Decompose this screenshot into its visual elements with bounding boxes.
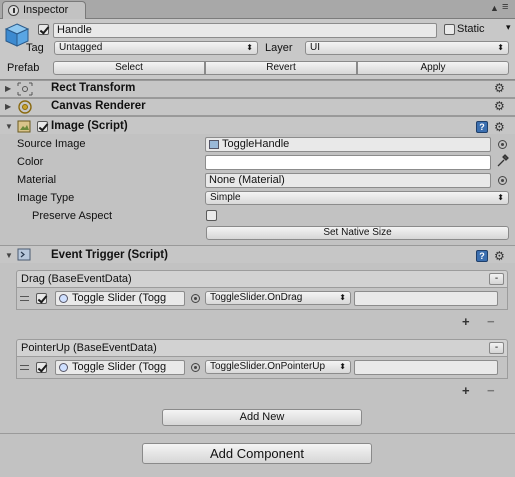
- add-listener-plus-icon[interactable]: +: [462, 315, 470, 328]
- preserve-aspect-checkbox[interactable]: [206, 210, 217, 221]
- prefab-revert-button[interactable]: Revert: [205, 61, 357, 75]
- lock-icon[interactable]: ▲: [490, 3, 499, 13]
- divider: [0, 433, 515, 434]
- object-picker-icon[interactable]: [191, 294, 200, 303]
- remove-listener-minus-icon[interactable]: −: [487, 384, 495, 397]
- chevron-updown-icon: ⬍: [339, 293, 346, 302]
- collapsed-triangle-icon[interactable]: ▶: [5, 80, 11, 97]
- chevron-updown-icon: ⬍: [246, 43, 253, 52]
- chevron-updown-icon: ⬍: [497, 43, 504, 52]
- source-image-value: ToggleHandle: [222, 138, 290, 150]
- layer-value: UI: [310, 42, 320, 53]
- drag-function-value: ToggleSlider.OnDrag: [210, 292, 303, 303]
- collapsed-triangle-icon[interactable]: ▶: [5, 98, 11, 115]
- object-name-field[interactable]: Handle: [53, 23, 437, 38]
- gear-icon[interactable]: ⚙: [494, 248, 505, 264]
- static-checkbox[interactable]: [444, 24, 455, 35]
- canvas-renderer-title: Canvas Renderer: [51, 100, 146, 112]
- image-type-value: Simple: [210, 192, 241, 203]
- add-new-event-button[interactable]: Add New: [162, 409, 362, 426]
- layer-label: Layer: [265, 42, 293, 54]
- remove-listener-minus-icon[interactable]: −: [487, 315, 495, 328]
- pointerup-argument-field[interactable]: [354, 360, 498, 375]
- set-native-size-button[interactable]: Set Native Size: [206, 226, 509, 240]
- help-icon[interactable]: ?: [476, 250, 488, 262]
- pointerup-function-value: ToggleSlider.OnPointerUp: [210, 361, 326, 372]
- drag-function-dropdown[interactable]: ToggleSlider.OnDrag ⬍: [205, 291, 351, 305]
- script-object-icon: [59, 363, 68, 372]
- tab-inspector[interactable]: Inspector: [2, 1, 86, 19]
- object-picker-icon[interactable]: [498, 140, 507, 149]
- eyedropper-icon[interactable]: [496, 154, 509, 168]
- pointerup-event-title: PointerUp (BaseEventData): [21, 342, 157, 354]
- expanded-triangle-icon[interactable]: ▼: [5, 247, 13, 264]
- info-icon: [8, 5, 19, 16]
- chevron-updown-icon: ⬍: [497, 193, 504, 202]
- drag-target-value: Toggle Slider (Togg: [72, 292, 167, 304]
- color-label: Color: [17, 156, 44, 168]
- drag-target-field[interactable]: Toggle Slider (Togg: [55, 291, 185, 306]
- source-image-label: Source Image: [17, 138, 86, 150]
- add-component-button[interactable]: Add Component: [142, 443, 372, 464]
- gear-icon[interactable]: ⚙: [494, 98, 505, 114]
- drag-handle-icon[interactable]: [20, 365, 29, 370]
- prefab-apply-button[interactable]: Apply: [357, 61, 509, 75]
- rect-transform-icon: [17, 82, 33, 96]
- pointerup-listener-enabled-checkbox[interactable]: [36, 362, 47, 373]
- drag-listener-enabled-checkbox[interactable]: [36, 293, 47, 304]
- static-label: Static: [457, 23, 485, 35]
- remove-event-button[interactable]: -: [489, 273, 504, 285]
- canvas-renderer-icon: [18, 100, 32, 114]
- tab-inspector-label: Inspector: [23, 4, 69, 16]
- chevron-updown-icon: ⬍: [339, 362, 346, 371]
- material-label: Material: [17, 174, 57, 186]
- rect-transform-title: Rect Transform: [51, 82, 136, 94]
- pointerup-function-dropdown[interactable]: ToggleSlider.OnPointerUp ⬍: [205, 360, 351, 374]
- image-type-label: Image Type: [17, 192, 75, 204]
- color-field[interactable]: [205, 155, 491, 170]
- static-dropdown-arrow-icon[interactable]: ▾: [506, 22, 511, 33]
- source-image-field[interactable]: ToggleHandle: [205, 137, 491, 152]
- pointerup-event-header: PointerUp (BaseEventData): [16, 339, 508, 357]
- tag-value: Untagged: [59, 42, 103, 53]
- tag-label: Tag: [26, 42, 44, 54]
- texture-icon: [209, 140, 219, 149]
- menu-icon[interactable]: ≡: [502, 2, 508, 13]
- preserve-aspect-label: Preserve Aspect: [32, 210, 113, 222]
- image-enabled-checkbox[interactable]: [37, 121, 48, 132]
- pointerup-target-field[interactable]: Toggle Slider (Togg: [55, 360, 185, 375]
- layer-dropdown[interactable]: UI ⬍: [305, 41, 509, 55]
- drag-event-title: Drag (BaseEventData): [21, 273, 132, 285]
- object-picker-icon[interactable]: [498, 176, 507, 185]
- drag-handle-icon[interactable]: [20, 296, 29, 301]
- prefab-select-button[interactable]: Select: [53, 61, 205, 75]
- image-script-icon: [17, 120, 31, 133]
- script-object-icon: [59, 294, 68, 303]
- add-listener-plus-icon[interactable]: +: [462, 384, 470, 397]
- event-trigger-title: Event Trigger (Script): [51, 249, 168, 261]
- drag-event-header: Drag (BaseEventData): [16, 270, 508, 288]
- gear-icon[interactable]: ⚙: [494, 119, 505, 135]
- active-checkbox[interactable]: [38, 24, 49, 35]
- material-field[interactable]: None (Material): [205, 173, 491, 188]
- remove-event-button[interactable]: -: [489, 342, 504, 354]
- tag-dropdown[interactable]: Untagged ⬍: [54, 41, 258, 55]
- help-icon[interactable]: ?: [476, 121, 488, 133]
- expanded-triangle-icon[interactable]: ▼: [5, 118, 13, 135]
- object-picker-icon[interactable]: [191, 363, 200, 372]
- prefab-label: Prefab: [7, 62, 40, 74]
- pointerup-target-value: Toggle Slider (Togg: [72, 361, 167, 373]
- drag-argument-field[interactable]: [354, 291, 498, 306]
- script-icon: [17, 248, 31, 261]
- gear-icon[interactable]: ⚙: [494, 80, 505, 96]
- image-script-title: Image (Script): [51, 120, 128, 132]
- image-type-dropdown[interactable]: Simple ⬍: [205, 191, 509, 205]
